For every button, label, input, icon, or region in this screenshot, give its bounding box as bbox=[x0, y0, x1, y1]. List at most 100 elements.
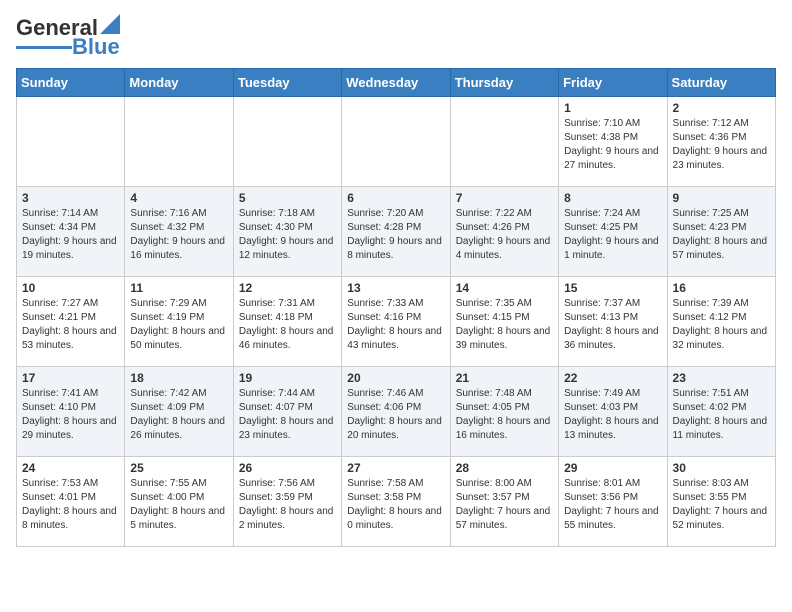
day-info: Sunrise: 7:56 AM Sunset: 3:59 PM Dayligh… bbox=[239, 477, 336, 533]
calendar-cell: 27Sunrise: 7:58 AM Sunset: 3:58 PM Dayli… bbox=[342, 457, 450, 547]
day-number: 18 bbox=[130, 371, 227, 385]
calendar-cell: 5Sunrise: 7:18 AM Sunset: 4:30 PM Daylig… bbox=[233, 187, 341, 277]
day-number: 20 bbox=[347, 371, 444, 385]
calendar-cell: 8 Sunrise: 7:24 AM Sunset: 4:25 PM Daylig… bbox=[559, 187, 667, 277]
calendar-week-2: 3 Sunrise: 7:14 AM Sunset: 4:34 PM Daylig… bbox=[17, 187, 776, 277]
column-header-sunday: Sunday bbox=[17, 69, 125, 97]
day-number: 16 bbox=[673, 281, 770, 295]
calendar-cell: 20 Sunrise: 7:46 AM Sunset: 4:06 PM Dayli… bbox=[342, 367, 450, 457]
day-info: Sunrise: 7:25 AM Sunset: 4:23 PM Dayligh… bbox=[673, 207, 770, 263]
day-info: Sunrise: 7:46 AM Sunset: 4:06 PM Dayligh… bbox=[347, 387, 444, 443]
day-number: 9 bbox=[673, 191, 770, 205]
calendar-cell: 21Sunrise: 7:48 AM Sunset: 4:05 PM Dayli… bbox=[450, 367, 558, 457]
calendar-cell: 17 Sunrise: 7:41 AM Sunset: 4:10 PM Dayli… bbox=[17, 367, 125, 457]
day-info: Sunrise: 7:44 AM Sunset: 4:07 PM Dayligh… bbox=[239, 387, 336, 443]
logo: General Blue bbox=[16, 16, 120, 58]
logo-text: General bbox=[16, 16, 98, 40]
day-info: Sunrise: 7:18 AM Sunset: 4:30 PM Dayligh… bbox=[239, 207, 336, 263]
day-info: Sunrise: 7:53 AM Sunset: 4:01 PM Dayligh… bbox=[22, 477, 119, 533]
logo-arrow-icon bbox=[100, 14, 120, 34]
day-number: 24 bbox=[22, 461, 119, 475]
day-number: 21 bbox=[456, 371, 553, 385]
day-number: 3 bbox=[22, 191, 119, 205]
calendar-week-5: 24 Sunrise: 7:53 AM Sunset: 4:01 PM Dayli… bbox=[17, 457, 776, 547]
day-info: Sunrise: 8:00 AM Sunset: 3:57 PM Dayligh… bbox=[456, 477, 553, 533]
calendar-cell: 2 Sunrise: 7:12 AM Sunset: 4:36 PM Daylig… bbox=[667, 97, 775, 187]
day-info: Sunrise: 7:42 AM Sunset: 4:09 PM Dayligh… bbox=[130, 387, 227, 443]
calendar-cell: 24 Sunrise: 7:53 AM Sunset: 4:01 PM Dayli… bbox=[17, 457, 125, 547]
day-number: 29 bbox=[564, 461, 661, 475]
day-number: 8 bbox=[564, 191, 661, 205]
day-number: 14 bbox=[456, 281, 553, 295]
calendar-cell: 14 Sunrise: 7:35 AM Sunset: 4:15 PM Dayli… bbox=[450, 277, 558, 367]
day-info: Sunrise: 7:12 AM Sunset: 4:36 PM Dayligh… bbox=[673, 117, 770, 173]
calendar-cell bbox=[233, 97, 341, 187]
calendar-cell: 29 Sunrise: 8:01 AM Sunset: 3:56 PM Dayli… bbox=[559, 457, 667, 547]
day-number: 19 bbox=[239, 371, 336, 385]
column-header-monday: Monday bbox=[125, 69, 233, 97]
calendar-cell bbox=[17, 97, 125, 187]
calendar-table: SundayMondayTuesdayWednesdayThursdayFrid… bbox=[16, 68, 776, 547]
page-header: General Blue bbox=[16, 16, 776, 58]
calendar-cell: 22 Sunrise: 7:49 AM Sunset: 4:03 PM Dayli… bbox=[559, 367, 667, 457]
day-info: Sunrise: 7:27 AM Sunset: 4:21 PM Dayligh… bbox=[22, 297, 119, 353]
calendar-cell: 15 Sunrise: 7:37 AM Sunset: 4:13 PM Dayli… bbox=[559, 277, 667, 367]
calendar-cell: 11Sunrise: 7:29 AM Sunset: 4:19 PM Dayli… bbox=[125, 277, 233, 367]
calendar-cell bbox=[450, 97, 558, 187]
column-header-friday: Friday bbox=[559, 69, 667, 97]
calendar-week-4: 17 Sunrise: 7:41 AM Sunset: 4:10 PM Dayli… bbox=[17, 367, 776, 457]
day-number: 22 bbox=[564, 371, 661, 385]
calendar-cell: 26 Sunrise: 7:56 AM Sunset: 3:59 PM Dayli… bbox=[233, 457, 341, 547]
calendar-week-3: 10Sunrise: 7:27 AM Sunset: 4:21 PM Dayli… bbox=[17, 277, 776, 367]
day-number: 28 bbox=[456, 461, 553, 475]
day-number: 17 bbox=[22, 371, 119, 385]
calendar-cell: 30Sunrise: 8:03 AM Sunset: 3:55 PM Dayli… bbox=[667, 457, 775, 547]
column-header-wednesday: Wednesday bbox=[342, 69, 450, 97]
calendar-cell: 13Sunrise: 7:33 AM Sunset: 4:16 PM Dayli… bbox=[342, 277, 450, 367]
day-number: 7 bbox=[456, 191, 553, 205]
calendar-cell: 18 Sunrise: 7:42 AM Sunset: 4:09 PM Dayli… bbox=[125, 367, 233, 457]
calendar-cell: 1Sunrise: 7:10 AM Sunset: 4:38 PM Daylig… bbox=[559, 97, 667, 187]
day-number: 12 bbox=[239, 281, 336, 295]
day-info: Sunrise: 7:22 AM Sunset: 4:26 PM Dayligh… bbox=[456, 207, 553, 263]
day-number: 2 bbox=[673, 101, 770, 115]
day-info: Sunrise: 7:35 AM Sunset: 4:15 PM Dayligh… bbox=[456, 297, 553, 353]
column-header-saturday: Saturday bbox=[667, 69, 775, 97]
day-info: Sunrise: 7:37 AM Sunset: 4:13 PM Dayligh… bbox=[564, 297, 661, 353]
day-info: Sunrise: 7:29 AM Sunset: 4:19 PM Dayligh… bbox=[130, 297, 227, 353]
calendar-cell bbox=[342, 97, 450, 187]
day-number: 30 bbox=[673, 461, 770, 475]
day-info: Sunrise: 7:10 AM Sunset: 4:38 PM Dayligh… bbox=[564, 117, 661, 173]
column-header-thursday: Thursday bbox=[450, 69, 558, 97]
calendar-cell: 10Sunrise: 7:27 AM Sunset: 4:21 PM Dayli… bbox=[17, 277, 125, 367]
calendar-cell: 28 Sunrise: 8:00 AM Sunset: 3:57 PM Dayli… bbox=[450, 457, 558, 547]
column-header-tuesday: Tuesday bbox=[233, 69, 341, 97]
calendar-cell: 16 Sunrise: 7:39 AM Sunset: 4:12 PM Dayli… bbox=[667, 277, 775, 367]
calendar-cell: 25 Sunrise: 7:55 AM Sunset: 4:00 PM Dayli… bbox=[125, 457, 233, 547]
day-number: 6 bbox=[347, 191, 444, 205]
day-info: Sunrise: 7:20 AM Sunset: 4:28 PM Dayligh… bbox=[347, 207, 444, 263]
calendar-cell: 12 Sunrise: 7:31 AM Sunset: 4:18 PM Dayli… bbox=[233, 277, 341, 367]
calendar-cell: 19 Sunrise: 7:44 AM Sunset: 4:07 PM Dayli… bbox=[233, 367, 341, 457]
day-info: Sunrise: 7:41 AM Sunset: 4:10 PM Dayligh… bbox=[22, 387, 119, 443]
day-info: Sunrise: 7:31 AM Sunset: 4:18 PM Dayligh… bbox=[239, 297, 336, 353]
calendar-week-1: 1Sunrise: 7:10 AM Sunset: 4:38 PM Daylig… bbox=[17, 97, 776, 187]
day-info: Sunrise: 7:55 AM Sunset: 4:00 PM Dayligh… bbox=[130, 477, 227, 533]
day-info: Sunrise: 8:01 AM Sunset: 3:56 PM Dayligh… bbox=[564, 477, 661, 533]
calendar-cell: 6 Sunrise: 7:20 AM Sunset: 4:28 PM Daylig… bbox=[342, 187, 450, 277]
day-info: Sunrise: 7:14 AM Sunset: 4:34 PM Dayligh… bbox=[22, 207, 119, 263]
day-number: 23 bbox=[673, 371, 770, 385]
calendar-cell bbox=[125, 97, 233, 187]
day-info: Sunrise: 7:49 AM Sunset: 4:03 PM Dayligh… bbox=[564, 387, 661, 443]
day-number: 15 bbox=[564, 281, 661, 295]
calendar-cell: 3 Sunrise: 7:14 AM Sunset: 4:34 PM Daylig… bbox=[17, 187, 125, 277]
calendar-cell: 4Sunrise: 7:16 AM Sunset: 4:32 PM Daylig… bbox=[125, 187, 233, 277]
day-info: Sunrise: 7:51 AM Sunset: 4:02 PM Dayligh… bbox=[673, 387, 770, 443]
day-info: Sunrise: 7:39 AM Sunset: 4:12 PM Dayligh… bbox=[673, 297, 770, 353]
calendar-header-row: SundayMondayTuesdayWednesdayThursdayFrid… bbox=[17, 69, 776, 97]
day-number: 27 bbox=[347, 461, 444, 475]
day-number: 26 bbox=[239, 461, 336, 475]
day-info: Sunrise: 7:24 AM Sunset: 4:25 PM Dayligh… bbox=[564, 207, 661, 263]
calendar-cell: 7 Sunrise: 7:22 AM Sunset: 4:26 PM Daylig… bbox=[450, 187, 558, 277]
day-number: 25 bbox=[130, 461, 227, 475]
